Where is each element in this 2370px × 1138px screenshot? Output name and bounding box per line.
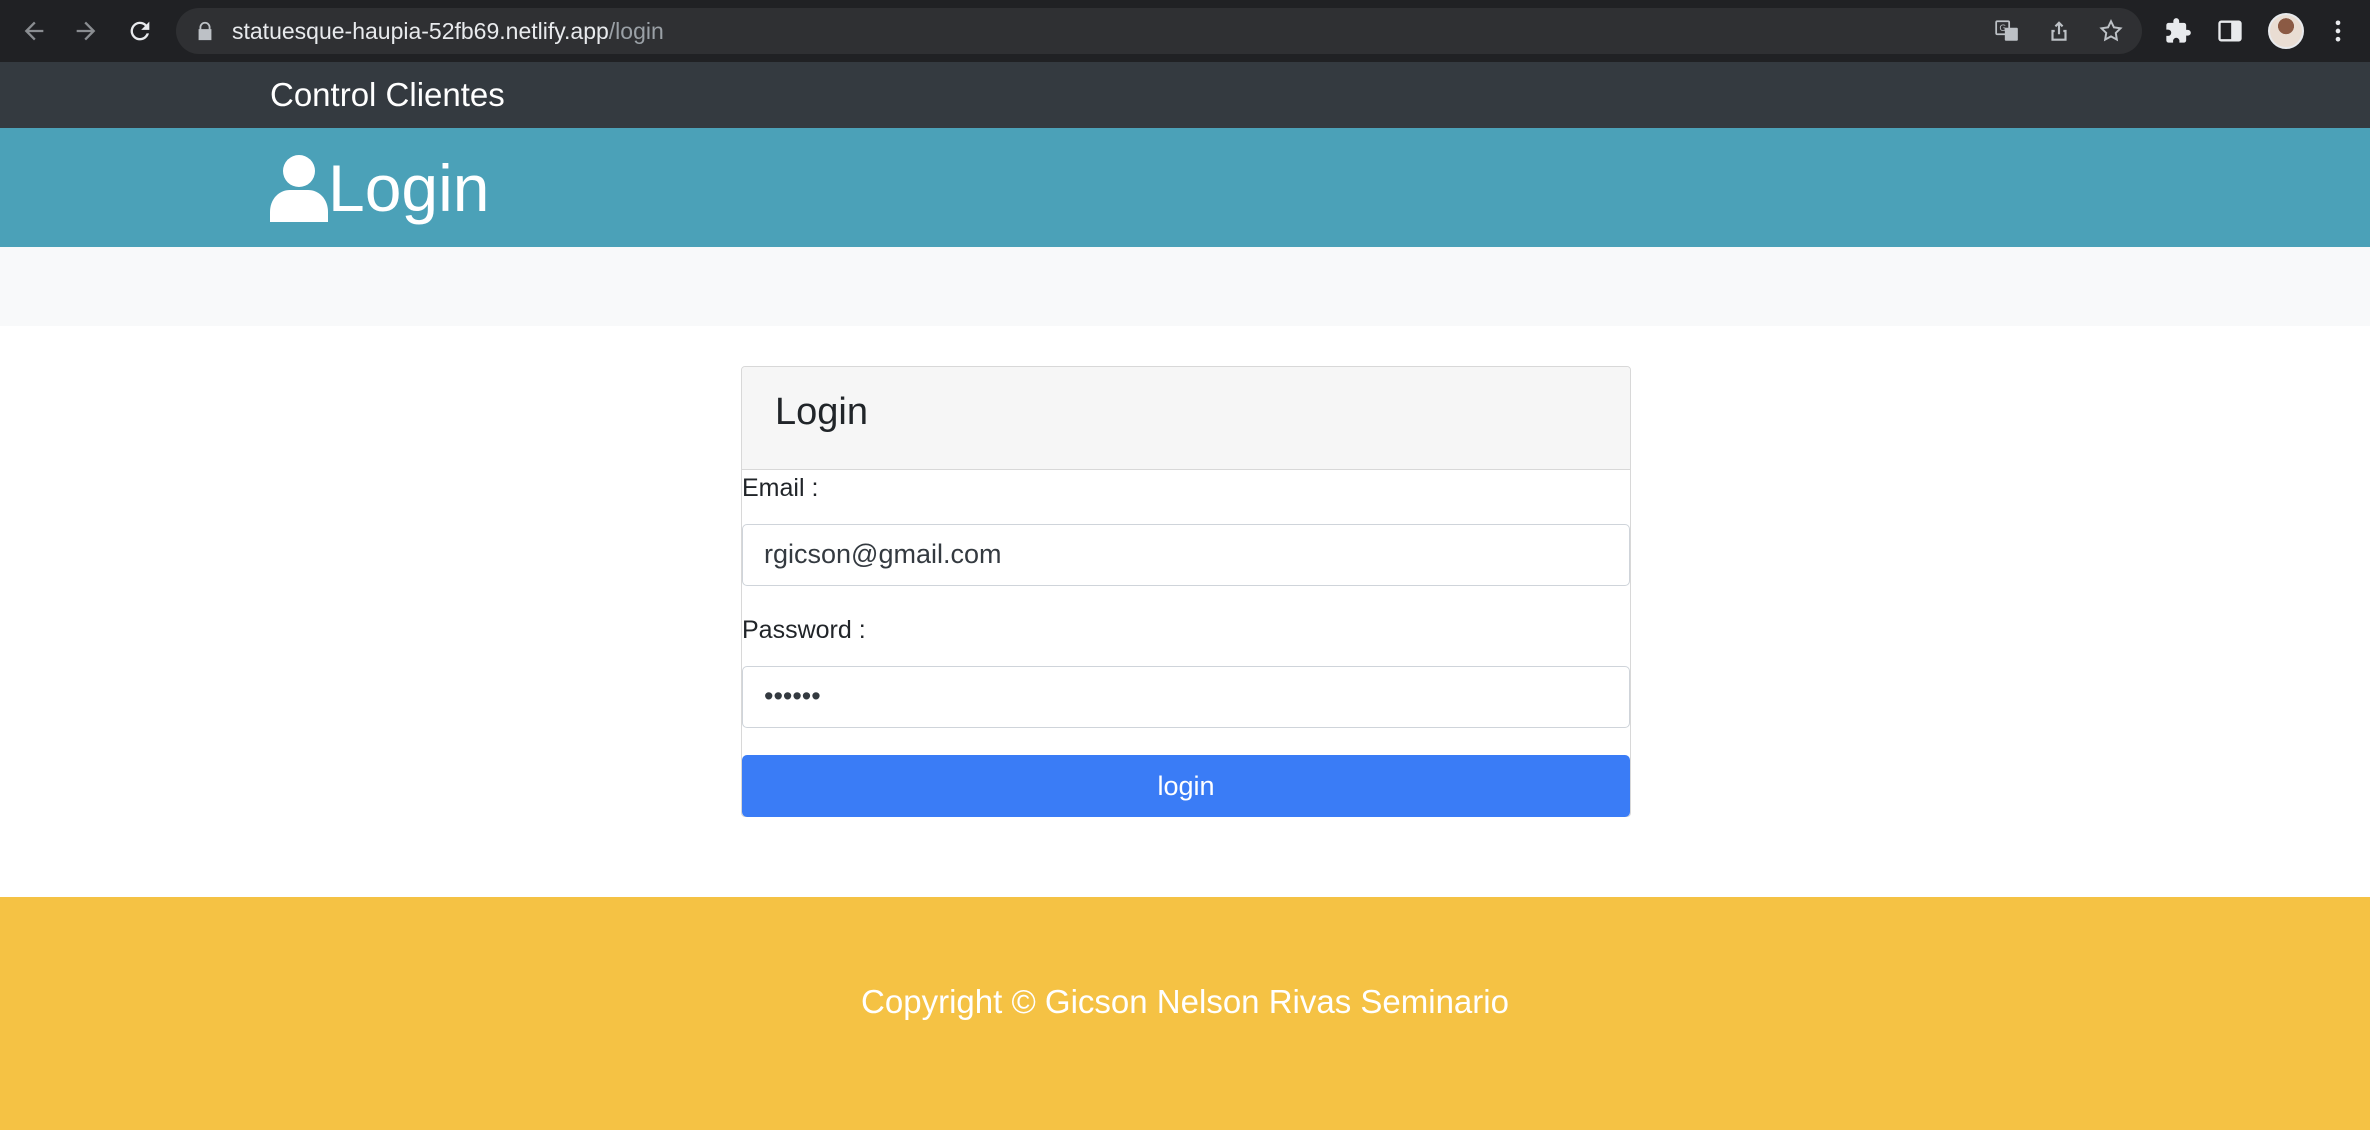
subheader-band (0, 247, 2370, 326)
profile-avatar[interactable] (2268, 13, 2304, 49)
card-title: Login (775, 391, 868, 433)
card-header: Login (742, 367, 1630, 470)
bookmark-star-icon[interactable] (2096, 16, 2126, 46)
menu-kebab-icon[interactable] (2320, 13, 2356, 49)
login-card: Login Email : rgicson@gmail.com Password… (741, 366, 1631, 817)
site-navbar: Control Clientes (0, 62, 2370, 128)
browser-toolbar: statuesque-haupia-52fb69.netlify.app/log… (0, 0, 2370, 62)
side-panel-icon[interactable] (2212, 13, 2248, 49)
login-button[interactable]: login (742, 755, 1630, 817)
share-icon[interactable] (2044, 16, 2074, 46)
page-header: Login (0, 128, 2370, 247)
password-field[interactable]: •••••• (742, 666, 1630, 728)
email-field[interactable]: rgicson@gmail.com (742, 524, 1630, 586)
copyright-text: Copyright © Gicson Nelson Rivas Seminari… (861, 983, 1509, 1020)
extensions-icon[interactable] (2160, 13, 2196, 49)
user-icon (270, 155, 328, 222)
url-host: statuesque-haupia-52fb69.netlify.app (232, 18, 609, 44)
lock-icon[interactable] (194, 20, 216, 42)
forward-icon[interactable] (68, 13, 104, 49)
password-label: Password : (742, 616, 866, 644)
address-bar[interactable]: statuesque-haupia-52fb69.netlify.app/log… (176, 8, 2142, 54)
translate-icon[interactable]: G (1992, 16, 2022, 46)
email-label: Email : (742, 474, 819, 502)
page-title: Login (328, 151, 490, 225)
back-icon[interactable] (16, 13, 52, 49)
site-footer: Copyright © Gicson Nelson Rivas Seminari… (0, 897, 2370, 1130)
url-text[interactable]: statuesque-haupia-52fb69.netlify.app/log… (232, 8, 664, 54)
reload-icon[interactable] (122, 13, 158, 49)
svg-text:G: G (1999, 24, 2006, 34)
header-heading: Login (270, 146, 490, 230)
navbar-brand[interactable]: Control Clientes (270, 62, 505, 128)
url-path: /login (608, 18, 664, 44)
